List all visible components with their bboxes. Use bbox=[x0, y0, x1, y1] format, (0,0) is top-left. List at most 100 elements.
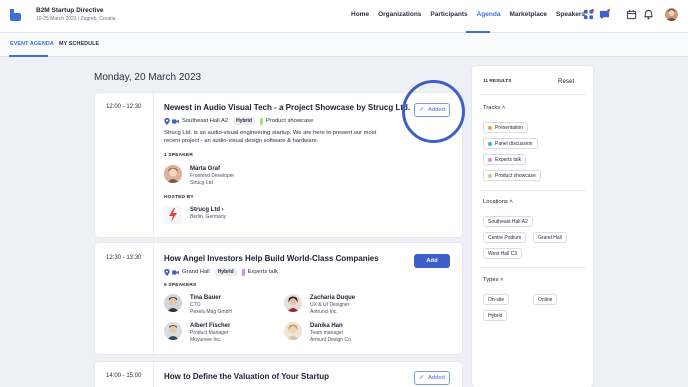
speaker-company: Strucg Ltd bbox=[190, 180, 213, 186]
session-card[interactable]: 12:30 - 13:30 How Angel Investors Help B… bbox=[95, 243, 462, 354]
session-time: 12:00 - 12:30 bbox=[106, 104, 142, 110]
video-camera-icon bbox=[172, 269, 179, 275]
host-entry[interactable]: Strucg Ltd › Berlin, Germany bbox=[164, 206, 226, 224]
speaker-role: Product Manager bbox=[190, 330, 229, 336]
date-heading: Monday, 20 March 2023 bbox=[94, 72, 202, 83]
speaker-avatar bbox=[164, 322, 182, 340]
card-divider bbox=[153, 243, 154, 354]
types-label: Types bbox=[483, 277, 499, 283]
speaker-role: CTO bbox=[190, 302, 201, 308]
chip-label: Panel discussion bbox=[495, 140, 533, 147]
speaker-company: Pexels Mag GmbH bbox=[190, 309, 232, 315]
format-badge: Hybrid bbox=[233, 117, 255, 125]
host-location: Berlin, Germany bbox=[190, 214, 227, 220]
speaker-entry[interactable]: Zacharia Duque UX & UI Designer Antrunci… bbox=[284, 294, 355, 316]
session-meta: Southeast Hall A2 Hybrid Product showcas… bbox=[164, 117, 313, 125]
card-divider bbox=[153, 362, 154, 387]
speaker-role: Team manager bbox=[310, 330, 344, 336]
chevron-right-icon: › bbox=[221, 207, 224, 213]
description-line: Strucg Ltd. is an audio-visual engineeri… bbox=[164, 130, 377, 136]
filter-divider bbox=[480, 94, 585, 95]
event-logo-icon[interactable] bbox=[9, 9, 21, 21]
speaker-entry[interactable]: Danika Han Team manager Armunt Design Co bbox=[284, 322, 351, 344]
locations-filter-header[interactable]: Locations ˄ bbox=[483, 199, 513, 205]
filter-chip-type[interactable]: Online bbox=[533, 294, 558, 305]
event-name[interactable]: B2M Startup Directive bbox=[36, 7, 104, 14]
speaker-avatar bbox=[284, 322, 302, 340]
nav-agenda[interactable]: Agenda bbox=[477, 11, 501, 18]
filter-chip-location[interactable]: Southeast Hall A2 bbox=[483, 216, 533, 227]
description-line: recent project - an audio-visual design … bbox=[164, 138, 319, 145]
session-card[interactable]: 14:00 - 15:00 How to Define the Valuatio… bbox=[95, 362, 462, 387]
filter-chip-type[interactable]: Hybrid bbox=[483, 310, 508, 321]
speakers-count-label: 1 SPEAKER bbox=[164, 153, 193, 158]
filter-chip-track[interactable]: Panel discussion bbox=[483, 138, 538, 149]
nav-marketplace[interactable]: Marketplace bbox=[509, 11, 547, 18]
bell-icon[interactable] bbox=[643, 9, 654, 20]
track-color-dot bbox=[488, 173, 492, 178]
speaker-name: Tina Bauer bbox=[190, 295, 221, 301]
speaker-name: Albert Fischer bbox=[190, 323, 231, 329]
speaker-role: UX & UI Designer bbox=[310, 302, 350, 308]
track-color-dot bbox=[488, 157, 492, 162]
speaker-avatar bbox=[164, 294, 182, 312]
user-avatar[interactable] bbox=[665, 8, 678, 21]
track-color-dot bbox=[488, 125, 492, 130]
filter-chip-location[interactable]: Grand Hall bbox=[533, 232, 567, 243]
speaker-company: Moyurvee Inc. bbox=[190, 337, 222, 343]
filter-chip-type[interactable]: On-site bbox=[483, 294, 510, 305]
session-title[interactable]: How Angel Investors Help Build World-Cla… bbox=[164, 254, 379, 263]
speaker-company: Antrunci Inc. bbox=[310, 309, 338, 315]
chevron-up-icon: ˄ bbox=[501, 105, 506, 111]
nav-speakers[interactable]: Speakers bbox=[556, 11, 585, 18]
check-icon: ✓ bbox=[419, 375, 425, 381]
event-dates-location: 10-25 March 2023 | Zagreb, Croatia bbox=[36, 16, 116, 22]
filter-chip-track[interactable]: Product showcase bbox=[483, 170, 541, 181]
speaker-name: Zacharia Duque bbox=[310, 295, 356, 301]
speaker-role: Frontend Developer bbox=[190, 173, 235, 179]
speaker-entry[interactable]: Marta Graf Frontend Developer Strucg Ltd bbox=[164, 165, 234, 187]
grid-apps-icon[interactable] bbox=[583, 9, 594, 20]
types-filter-header[interactable]: Types ˄ bbox=[483, 277, 503, 283]
card-divider bbox=[153, 93, 154, 237]
filter-chip-track[interactable]: Presentation bbox=[483, 122, 529, 133]
session-track: Product showcase bbox=[265, 118, 314, 124]
reset-button[interactable]: Reset bbox=[558, 78, 574, 85]
filter-chip-location[interactable]: West Hall C3 bbox=[483, 248, 523, 259]
tab-active-indicator bbox=[9, 55, 48, 57]
host-logo-icon bbox=[164, 206, 182, 224]
filter-divider bbox=[480, 267, 585, 268]
speaker-name: Danika Han bbox=[310, 323, 343, 329]
track-color-dot bbox=[488, 141, 492, 146]
nav-participants[interactable]: Participants bbox=[430, 11, 467, 18]
add-button[interactable]: Add bbox=[414, 254, 450, 268]
session-location: Southeast Hall A2 bbox=[182, 118, 229, 124]
nav-home[interactable]: Home bbox=[351, 11, 369, 18]
speaker-entry[interactable]: Tina Bauer CTO Pexels Mag GmbH bbox=[164, 294, 232, 316]
format-badge: Hybrid bbox=[214, 268, 237, 276]
speaker-entry[interactable]: Albert Fischer Product Manager Moyurvee … bbox=[164, 322, 230, 344]
chip-label: Experts talk bbox=[495, 156, 522, 163]
speaker-avatar bbox=[164, 165, 182, 183]
chip-label: Presentation bbox=[495, 124, 524, 131]
host-name-row: Strucg Ltd › bbox=[190, 206, 226, 214]
nav-organizations[interactable]: Organizations bbox=[378, 11, 421, 18]
session-title[interactable]: Newest in Audio Visual Tech - a Project … bbox=[164, 103, 410, 112]
tab-my-schedule[interactable]: MY SCHEDULE bbox=[59, 41, 99, 47]
top-bar: B2M Startup Directive 10-25 March 2023 |… bbox=[0, 0, 688, 33]
calendar-icon[interactable] bbox=[626, 9, 637, 20]
tab-event-agenda[interactable]: EVENT AGENDA bbox=[10, 41, 54, 47]
filter-panel: 11 RESULTS Reset Tracks ˄ Presentation P… bbox=[472, 66, 593, 387]
video-camera-icon bbox=[172, 118, 179, 124]
speaker-company: Armunt Design Co bbox=[310, 337, 351, 343]
filter-chip-location[interactable]: Centre Podium bbox=[483, 232, 527, 243]
host-name: Strucg Ltd bbox=[190, 207, 220, 213]
tracks-filter-header[interactable]: Tracks ˄ bbox=[483, 105, 505, 111]
chat-icon[interactable] bbox=[599, 9, 610, 20]
session-title[interactable]: How to Define the Valuation of Your Star… bbox=[164, 372, 329, 381]
added-button[interactable]: ✓ Added bbox=[414, 371, 450, 385]
filter-divider bbox=[480, 190, 585, 191]
tracks-label: Tracks bbox=[483, 105, 501, 111]
filter-chip-track[interactable]: Experts talk bbox=[483, 154, 527, 165]
locations-label: Locations bbox=[483, 199, 508, 205]
